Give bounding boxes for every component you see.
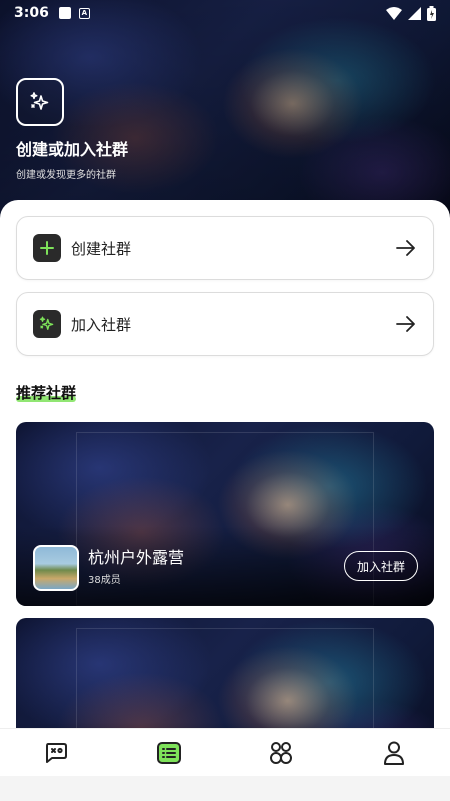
nav-profile[interactable] xyxy=(364,733,424,773)
sparkle-icon xyxy=(33,310,61,338)
card-background-band xyxy=(76,628,374,728)
status-time: 3:06 xyxy=(14,5,49,21)
page-subtitle: 创建或发现更多的社群 xyxy=(16,170,116,181)
notification-a-icon: A xyxy=(78,7,90,19)
join-community-label: 加入社群 xyxy=(71,315,132,334)
plus-icon xyxy=(33,234,61,262)
header-banner: 3:06 A 创建或加入社群 创建或发现更多的社群 xyxy=(0,0,450,230)
system-navigation-bar xyxy=(0,776,450,801)
main-content: 创建社群 加入社群 推荐社群 杭州户外露营 38成员 加入社群 xyxy=(0,200,450,728)
battery-icon xyxy=(427,5,436,21)
profile-icon xyxy=(383,741,404,765)
nav-community[interactable] xyxy=(251,733,311,773)
page-title: 创建或加入社群 xyxy=(16,140,129,159)
sparkle-icon xyxy=(16,78,64,126)
nav-list[interactable] xyxy=(139,733,199,773)
community-member-count: 38成员 xyxy=(88,575,121,586)
community-card[interactable]: 杭州户外露营 38成员 加入社群 xyxy=(16,422,434,606)
section-title: 推荐社群 xyxy=(16,384,77,402)
arrow-right-icon xyxy=(396,316,415,332)
bottom-nav xyxy=(0,728,450,776)
community-avatar xyxy=(33,545,79,591)
community-card-partial[interactable] xyxy=(16,618,434,728)
chat-face-icon xyxy=(46,742,68,763)
status-bar: 3:06 A xyxy=(0,0,450,26)
list-icon xyxy=(156,741,181,764)
join-community-card-button[interactable]: 加入社群 xyxy=(343,551,418,581)
create-community-label: 创建社群 xyxy=(71,239,132,258)
create-community-button[interactable]: 创建社群 xyxy=(16,216,434,280)
notification-icon xyxy=(58,7,71,19)
community-name: 杭州户外露营 xyxy=(88,548,185,567)
wifi-icon xyxy=(386,6,402,20)
join-community-button[interactable]: 加入社群 xyxy=(16,292,434,356)
signal-icon xyxy=(408,6,421,20)
nav-chat[interactable] xyxy=(26,733,86,773)
community-icon xyxy=(270,741,293,764)
arrow-right-icon xyxy=(396,240,415,256)
